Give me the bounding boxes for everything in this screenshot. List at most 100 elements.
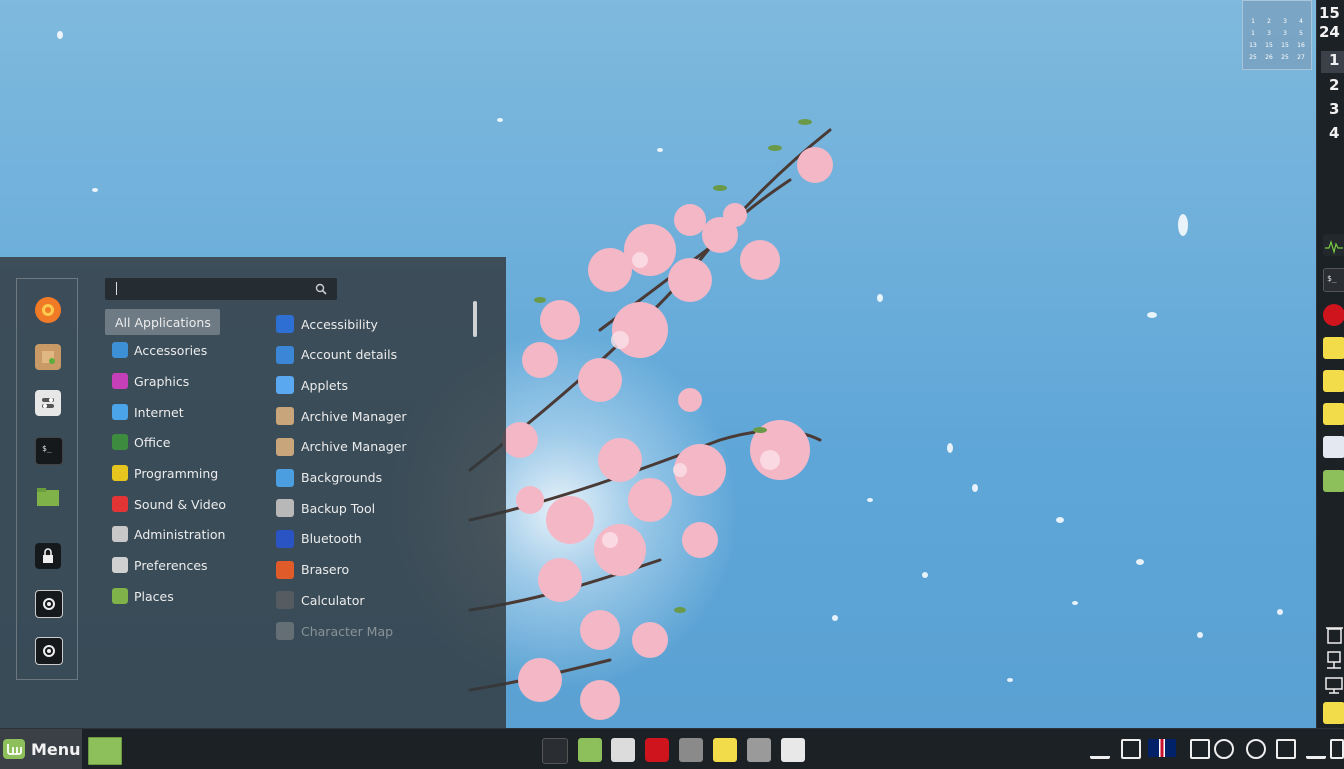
category-preferences[interactable]: Preferences	[105, 552, 285, 578]
category-places[interactable]: Places	[105, 583, 285, 609]
category-internet[interactable]: Internet	[105, 399, 285, 425]
backup-tool-icon	[276, 499, 294, 518]
category-all-applications[interactable]: All Applications	[105, 309, 220, 335]
keyboard-tray-icon[interactable]	[1121, 739, 1141, 759]
app-accessibility[interactable]: Accessibility	[276, 311, 466, 337]
app-label: Archive Manager	[301, 408, 407, 424]
app-character-map[interactable]: Character Map	[276, 618, 466, 644]
office-icon	[112, 434, 128, 450]
battery-tray-icon[interactable]	[1276, 739, 1296, 759]
workspace-2[interactable]: 2	[1321, 76, 1344, 98]
calendar-cell: 15	[1265, 41, 1273, 49]
app-backup-tool[interactable]: Backup Tool	[276, 495, 466, 521]
clock-minute[interactable]: 24	[1319, 23, 1340, 41]
places-icon	[112, 588, 128, 604]
terminal-launcher[interactable]	[542, 738, 568, 764]
sound-video-icon	[112, 496, 128, 512]
category-label: Programming	[134, 465, 219, 481]
applets-icon	[276, 376, 294, 395]
search-input[interactable]	[105, 278, 337, 300]
trash-icon[interactable]	[1323, 624, 1344, 646]
category-office[interactable]: Office	[105, 429, 285, 455]
files-launcher[interactable]	[578, 738, 602, 762]
terminal-icon[interactable]: $_	[35, 437, 63, 465]
sticky-note-window-icon[interactable]	[1323, 702, 1344, 724]
workspace-3[interactable]: 3	[1321, 100, 1344, 122]
user-tray-icon[interactable]	[1214, 739, 1234, 759]
app-label: Brasero	[301, 562, 350, 578]
app-account-details[interactable]: Account details	[276, 342, 466, 368]
graphics-icon	[112, 373, 128, 389]
record-tray-icon[interactable]	[1246, 739, 1266, 759]
wifi-tray-icon[interactable]	[1306, 739, 1326, 759]
app-applets[interactable]: Applets	[276, 372, 466, 398]
sticky-note-window-icon[interactable]	[1323, 370, 1344, 392]
app-backgrounds[interactable]: Backgrounds	[276, 465, 466, 491]
show-desktop-button[interactable]	[88, 737, 122, 765]
archive-manager-icon	[276, 407, 294, 426]
sticky-note-window-icon[interactable]	[1323, 403, 1344, 425]
system-monitor-icon[interactable]	[1323, 234, 1344, 256]
computer-icon[interactable]	[1323, 674, 1344, 696]
disk-launcher[interactable]	[679, 738, 703, 762]
app-list-scrollbar[interactable]	[473, 301, 477, 337]
media-player-launcher[interactable]	[747, 738, 771, 762]
favorites-bar: $_	[16, 278, 78, 680]
firefox-icon[interactable]	[35, 297, 61, 323]
calendar-cell: 3	[1283, 29, 1287, 37]
category-label: Internet	[134, 404, 184, 420]
menu-button[interactable]: Menu	[0, 729, 82, 769]
calendar-row: 13 15 15 16	[1246, 39, 1308, 51]
settings-launcher[interactable]	[611, 738, 635, 762]
clock-hour[interactable]: 15	[1319, 4, 1340, 22]
app-brasero[interactable]: Brasero	[276, 557, 466, 583]
administration-icon	[112, 526, 128, 542]
right-panel: 15 24 1 2 3 4 $_	[1316, 0, 1344, 728]
calendar-cell: 26	[1265, 53, 1273, 61]
sticky-note-window-icon[interactable]	[1323, 337, 1344, 359]
app-calculator[interactable]: Calculator	[276, 587, 466, 613]
uk-flag-tray-icon[interactable]	[1148, 739, 1176, 757]
files-window-icon[interactable]	[1323, 470, 1344, 492]
terminal-window-icon[interactable]: $_	[1323, 268, 1344, 292]
internet-icon	[112, 404, 128, 420]
category-label: Office	[134, 434, 171, 450]
sticky-notes-launcher[interactable]	[713, 738, 737, 762]
app-label: Bluetooth	[301, 531, 362, 547]
system-settings-icon[interactable]	[35, 390, 61, 416]
files-icon[interactable]	[35, 484, 61, 510]
category-graphics[interactable]: Graphics	[105, 368, 285, 394]
search-icon	[315, 283, 327, 295]
display-tray-icon[interactable]	[1330, 739, 1344, 759]
app-archive-manager[interactable]: Archive Manager	[276, 434, 466, 460]
opera-window-icon[interactable]	[1323, 304, 1344, 326]
logout-icon[interactable]	[35, 590, 63, 618]
category-label: Administration	[134, 526, 226, 542]
app-label: Calculator	[301, 592, 365, 608]
calendar-cell: 16	[1297, 41, 1305, 49]
slack-launcher[interactable]	[781, 738, 805, 762]
workspace-1[interactable]: 1	[1321, 51, 1344, 73]
category-administration[interactable]: Administration	[105, 521, 285, 547]
app-bluetooth[interactable]: Bluetooth	[276, 526, 466, 552]
category-accessories[interactable]: Accessories	[105, 337, 285, 363]
calendar-cell: 1	[1251, 17, 1255, 25]
screenshot-tray-icon[interactable]	[1190, 739, 1210, 759]
category-sound-video[interactable]: Sound & Video	[105, 491, 285, 517]
network-icon[interactable]	[1323, 649, 1344, 671]
bluetooth-tray-icon[interactable]	[1090, 739, 1110, 759]
app-label: Account details	[301, 347, 398, 363]
text-editor-window-icon[interactable]	[1323, 436, 1344, 458]
software-manager-icon[interactable]	[35, 344, 61, 370]
calendar-cell: 3	[1283, 17, 1287, 25]
opera-launcher[interactable]	[645, 738, 669, 762]
calendar-row: 1 3 3 5	[1246, 27, 1308, 39]
shutdown-icon[interactable]	[35, 637, 63, 665]
category-programming[interactable]: Programming	[105, 460, 285, 486]
app-archive-manager[interactable]: Archive Manager	[276, 403, 466, 429]
calendar-cell: 5	[1299, 29, 1303, 37]
app-label: Backup Tool	[301, 500, 376, 516]
lock-screen-icon[interactable]	[35, 543, 61, 569]
calendar-cell: 13	[1249, 41, 1257, 49]
workspace-4[interactable]: 4	[1321, 124, 1344, 146]
